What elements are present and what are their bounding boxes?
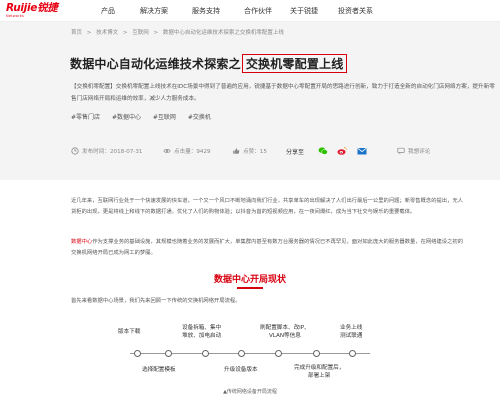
breadcrumb-internet[interactable]: 互联网 <box>132 30 149 36</box>
clock-icon <box>71 147 79 155</box>
timeline-dot <box>202 350 209 357</box>
title-prefix: 数据中心自动化运维技术探索之 <box>70 57 241 71</box>
breadcrumb: 首页 > 技术博文 > 互联网 > 数据中心自动化运维技术探索之交换机零配置上线 <box>71 28 287 36</box>
tag-internet[interactable]: #互联网 <box>153 112 176 121</box>
timeline-step-template: 选择配置模板 <box>142 367 176 373</box>
email-icon[interactable] <box>357 146 367 156</box>
timeline-dot <box>313 350 320 357</box>
nav-item-investors[interactable]: 投资者关系 <box>338 6 373 16</box>
section-underline <box>237 287 263 289</box>
tag-datacenter[interactable]: #数据中心 <box>112 112 141 121</box>
nav-item-support[interactable]: 服务支持 <box>192 6 220 16</box>
site-header: Ruijie锐捷 Networks 产品 解决方案 服务支持 合作伙伴 关于锐捷… <box>0 0 500 22</box>
breadcrumb-home[interactable]: 首页 <box>71 30 82 36</box>
lead-text: 首先来看数据中心场景，我们先来回顾一下传统的交换机网络开局流程。 <box>71 298 241 304</box>
wechat-icon[interactable] <box>318 146 328 156</box>
like-count[interactable]: 点赞：15 <box>232 147 267 155</box>
timeline-dot <box>349 350 356 357</box>
view-count: 点击量：9429 <box>163 147 211 155</box>
thumbs-up-icon[interactable] <box>232 147 240 155</box>
diagram-caption: ▲传统网络设备开局流程 <box>223 389 277 395</box>
nav-item-about[interactable]: 关于锐捷 <box>290 6 318 16</box>
tag-retail[interactable]: #零售门店 <box>71 112 100 121</box>
timeline-step-deploy: 完成升级和配置后， 部署上架 <box>294 365 345 379</box>
eye-icon <box>163 149 171 153</box>
datacenter-link[interactable]: 数据中心 <box>71 239 92 245</box>
comment-button[interactable]: 我想评论 <box>397 147 430 155</box>
paragraph-datacenter: 数据中心作为支撑业务的基础设施，其规模也随着业务的发展而扩大，单集群内甚至有数万… <box>71 239 463 256</box>
weibo-icon[interactable] <box>337 146 347 156</box>
timeline-step-script: 刷配置脚本、改IP、 VLAN等信息 <box>260 325 310 339</box>
breadcrumb-separator: > <box>122 30 128 36</box>
comment-icon <box>397 147 405 155</box>
share-label: 分享至 <box>286 149 305 156</box>
section-title: 数据中心开局现状 <box>213 275 286 285</box>
tag-switch[interactable]: #交换机 <box>188 112 211 121</box>
timeline-dot <box>238 350 245 357</box>
nav-item-products[interactable]: 产品 <box>101 6 115 16</box>
timeline-step-download: 版本下载 <box>118 329 141 335</box>
timeline-step-upgrade: 升级设备版本 <box>224 367 258 373</box>
logo-text: Ruijie锐捷 <box>6 2 58 14</box>
breadcrumb-current: 数据中心自动化运维技术探索之交换机零配置上线 <box>162 30 284 36</box>
paragraph-intro: 近几年来，互联网行业处于一个快速发展的快车道，一个又一个风口不断地涌向我们行业，… <box>71 198 463 215</box>
page-title: 数据中心自动化运维技术探索之 交换机零配置上线 <box>70 54 348 73</box>
ruijie-logo[interactable]: Ruijie锐捷 Networks <box>6 2 58 20</box>
timeline-dot <box>275 350 282 357</box>
timeline-dot <box>134 350 141 357</box>
nav-item-solutions[interactable]: 解决方案 <box>140 6 168 16</box>
article-summary: 【交换机零配置】交换机零配置上线技术在IDC场景中得到了普遍的应用，锐捷基于数据… <box>71 84 495 102</box>
title-highlight: 交换机零配置上线 <box>241 54 348 73</box>
tag-list: #零售门店 #数据中心 #互联网 #交换机 <box>71 112 221 121</box>
article-meta: 发布时间：2018-07-31 点击量：9429 点赞：15 分享至 我想评论 <box>71 147 461 159</box>
timeline-dot <box>165 350 172 357</box>
nav-item-partners[interactable]: 合作伙伴 <box>244 6 272 16</box>
timeline-step-online: 业务上线 测试联通 <box>340 325 363 339</box>
publish-date: 发布时间：2018-07-31 <box>71 147 142 155</box>
breadcrumb-tech-blog[interactable]: 技术博文 <box>96 30 118 36</box>
breadcrumb-separator: > <box>86 30 92 36</box>
logo-subtext: Networks <box>6 14 25 18</box>
breadcrumb-separator: > <box>153 30 159 36</box>
timeline-step-unbox: 设备拆箱、集中 堆放、加电启动 <box>182 325 222 339</box>
